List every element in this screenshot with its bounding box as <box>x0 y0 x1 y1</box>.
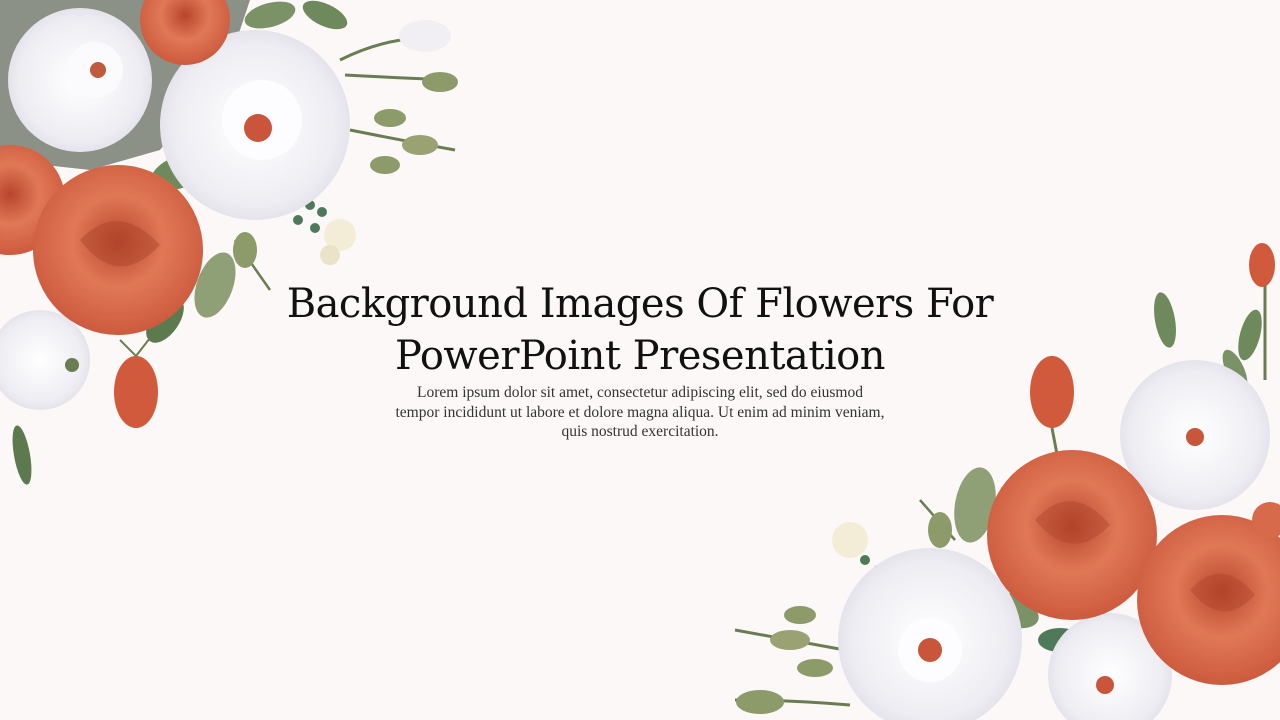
slide-body-text: Lorem ipsum dolor sit amet, consectetur … <box>395 384 885 440</box>
slide-title: Background Images Of Flowers For PowerPo… <box>286 281 994 379</box>
top-left-bouquet-icon <box>0 0 458 485</box>
slide: Background Images Of Flowers For PowerPo… <box>0 0 1280 720</box>
